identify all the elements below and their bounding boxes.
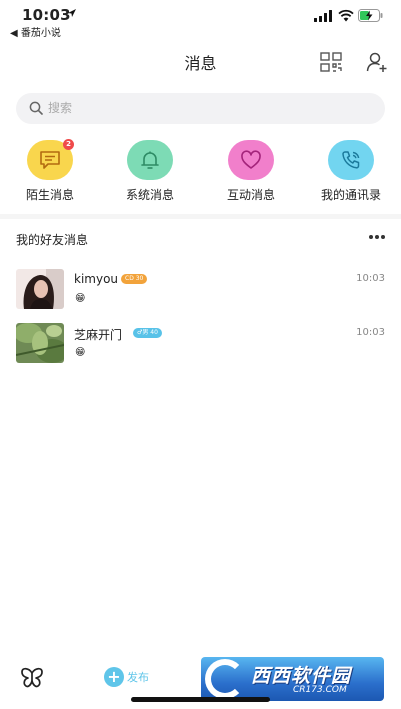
plus-icon: + <box>104 667 124 687</box>
quick-action-label: 我的通讯录 <box>320 188 381 202</box>
quick-action-system-messages[interactable]: 系统消息 <box>108 140 192 203</box>
message-time: 10:03 <box>356 273 385 284</box>
message-preview: 😁 <box>75 293 86 304</box>
conversation-row[interactable]: 芝麻开门 ♂男 40 10:03 😁 <box>0 323 401 369</box>
contacts-circle <box>328 140 374 180</box>
heart-icon <box>241 150 261 169</box>
avatar-photo <box>16 269 64 309</box>
quick-action-contacts[interactable]: 我的通讯录 <box>309 140 393 203</box>
status-time: 10:03 <box>22 6 71 24</box>
system-messages-circle <box>127 140 173 180</box>
contact-name: kimyou <box>74 272 119 286</box>
unread-badge: 2 <box>63 139 74 150</box>
watermark-ring-icon <box>205 659 245 699</box>
avatar <box>16 269 64 309</box>
quick-action-label: 系统消息 <box>125 188 174 202</box>
message-time: 10:03 <box>356 327 385 338</box>
search-icon <box>29 101 43 115</box>
watermark-text: 西西软件园 <box>251 665 352 687</box>
watermark-logo: 西西软件园 CR173.COM <box>201 657 384 701</box>
avatar-photo <box>16 323 64 363</box>
qr-code-scan-icon[interactable] <box>320 52 342 72</box>
search-input[interactable] <box>48 93 348 124</box>
chat-bubble-icon <box>40 151 60 169</box>
interaction-messages-circle <box>228 140 274 180</box>
cellular-signal-icon <box>314 10 332 22</box>
back-to-app-link[interactable]: ◀ 番茄小说 <box>10 24 61 39</box>
publish-button[interactable]: + 发布 <box>104 667 149 687</box>
watermark-subtext: CR173.COM <box>293 685 347 695</box>
avatar <box>16 323 64 363</box>
quick-action-stranger-messages[interactable]: 2 陌生消息 <box>8 139 92 203</box>
wifi-icon <box>338 9 354 22</box>
search-bar[interactable] <box>16 93 385 124</box>
section-divider <box>0 214 401 219</box>
stranger-messages-circle: 2 <box>27 139 74 180</box>
add-friend-icon[interactable] <box>366 51 388 73</box>
contact-name: 芝麻开门 <box>74 328 123 342</box>
butterfly-home-icon[interactable] <box>20 667 44 689</box>
home-indicator <box>131 697 270 702</box>
conversation-row[interactable]: kimyou CD 30 10:03 😁 <box>0 269 401 315</box>
level-badge: CD 30 <box>121 274 148 284</box>
quick-action-label: 互动消息 <box>226 188 275 202</box>
quick-action-interaction-messages[interactable]: 互动消息 <box>209 140 293 203</box>
phone-book-icon <box>342 151 360 169</box>
location-arrow-icon <box>68 9 76 17</box>
more-options-icon[interactable] <box>369 235 385 240</box>
message-preview: 😁 <box>75 347 86 358</box>
friends-messages-title: 我的好友消息 <box>16 233 89 247</box>
publish-label: 发布 <box>127 671 149 684</box>
battery-charging-icon <box>358 9 383 22</box>
gender-age-badge: ♂男 40 <box>133 328 162 338</box>
quick-action-label: 陌生消息 <box>25 188 74 202</box>
status-bar: 10:03 ◀ 番茄小说 <box>0 0 401 40</box>
bell-icon <box>141 151 159 169</box>
